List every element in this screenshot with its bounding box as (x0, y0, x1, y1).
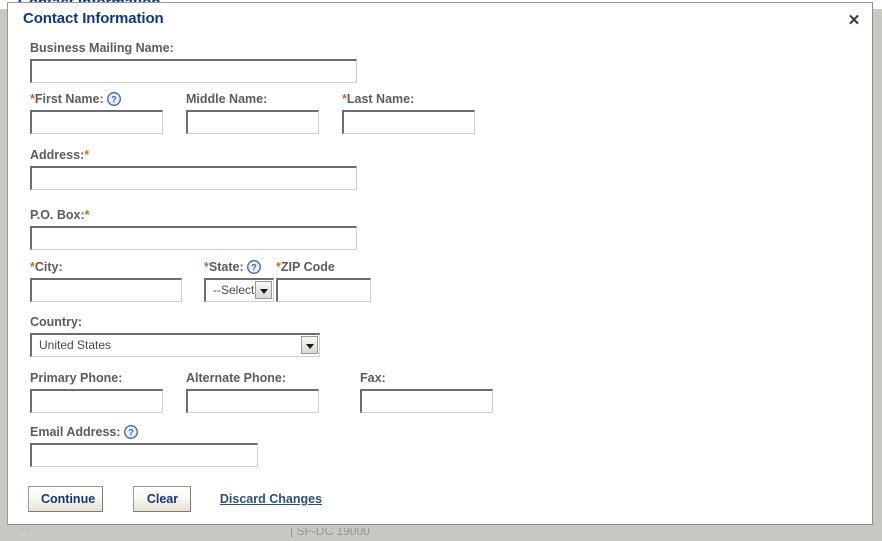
background-bottom-strip: | SF-DC 19000 - - (0, 528, 882, 541)
label-fax: Fax: (360, 371, 386, 385)
label-middle-name: Middle Name: (186, 92, 268, 106)
field-state: *State:? --Select (204, 260, 274, 302)
label-last-name-text: Last Name: (346, 92, 415, 106)
field-alternate-phone: Alternate Phone: (186, 371, 319, 413)
screen-root: Contact Information | SF-DC 19000 - - Co… (0, 0, 882, 541)
field-middle-name: Middle Name: (186, 92, 319, 134)
field-last-name: *Last Name: (342, 92, 475, 134)
close-icon[interactable]: ✕ (844, 11, 864, 31)
label-business-mailing-name: Business Mailing Name: (30, 41, 174, 55)
background-clipped-footer-left: - - (20, 528, 31, 534)
business-mailing-name-input[interactable] (30, 59, 357, 83)
email-address-input[interactable] (30, 443, 258, 467)
label-state: *State:? (204, 260, 274, 274)
label-city: *City: (30, 260, 182, 274)
field-email-address: Email Address:? (30, 425, 258, 467)
form-actions: Continue Clear Discard Changes (28, 486, 322, 512)
label-email-address-text: Email Address: (30, 425, 121, 439)
continue-button[interactable]: Continue (28, 486, 103, 512)
label-city-text: City: (34, 260, 63, 274)
field-business-mailing-name: Business Mailing Name: (30, 41, 357, 83)
field-primary-phone: Primary Phone: (30, 371, 163, 413)
alternate-phone-input[interactable] (186, 389, 319, 413)
field-address: Address:* (30, 148, 357, 190)
country-select[interactable]: United States (30, 333, 320, 357)
state-select-value: --Select (213, 283, 255, 297)
field-country: Country: United States (30, 315, 320, 357)
label-primary-phone: Primary Phone: (30, 371, 123, 385)
label-last-name: *Last Name: (342, 92, 475, 106)
help-question-icon[interactable]: ? (123, 425, 138, 439)
label-zip-code: *ZIP Code (276, 260, 371, 274)
label-first-name: *First Name:? (30, 92, 163, 106)
label-address-text: Address: (30, 148, 85, 162)
primary-phone-input[interactable] (30, 389, 163, 413)
discard-changes-link[interactable]: Discard Changes (220, 492, 322, 506)
first-name-input[interactable] (30, 110, 163, 134)
label-alternate-phone: Alternate Phone: (186, 371, 287, 385)
help-question-icon[interactable]: ? (246, 260, 261, 274)
last-name-input[interactable] (342, 110, 475, 134)
label-state-text: State: (208, 260, 244, 274)
svg-text:?: ? (251, 262, 257, 272)
state-select[interactable]: --Select (204, 278, 274, 302)
chevron-down-icon[interactable] (301, 336, 318, 354)
po-box-input[interactable] (30, 226, 357, 250)
background-clipped-footer: | SF-DC 19000 (290, 528, 370, 538)
field-first-name: *First Name:? (30, 92, 163, 134)
middle-name-input[interactable] (186, 110, 319, 134)
svg-text:?: ? (128, 427, 134, 437)
label-country: Country: (30, 315, 83, 329)
required-marker-address: * (84, 148, 90, 162)
field-city: *City: (30, 260, 182, 302)
address-input[interactable] (30, 166, 357, 190)
label-address: Address:* (30, 148, 357, 162)
fax-input[interactable] (360, 389, 493, 413)
label-email-address: Email Address:? (30, 425, 258, 439)
city-input[interactable] (30, 278, 182, 302)
label-first-name-text: First Name: (34, 92, 104, 106)
field-fax: Fax: (360, 371, 493, 413)
zip-code-input[interactable] (276, 278, 371, 302)
clear-button[interactable]: Clear (133, 486, 192, 512)
label-zip-code-text: ZIP Code (280, 260, 335, 274)
field-po-box: P.O. Box:* (30, 208, 357, 250)
required-marker-po-box: * (84, 208, 90, 222)
field-zip-code: *ZIP Code (276, 260, 371, 302)
help-question-icon[interactable]: ? (106, 92, 121, 106)
svg-text:?: ? (111, 94, 117, 104)
chevron-down-icon[interactable] (255, 281, 272, 299)
contact-information-dialog: Contact Information ✕ Business Mailing N… (7, 2, 873, 525)
country-select-value: United States (39, 338, 112, 352)
label-po-box-text: P.O. Box: (30, 208, 85, 222)
label-po-box: P.O. Box:* (30, 208, 357, 222)
dialog-title: Contact Information (23, 10, 164, 27)
